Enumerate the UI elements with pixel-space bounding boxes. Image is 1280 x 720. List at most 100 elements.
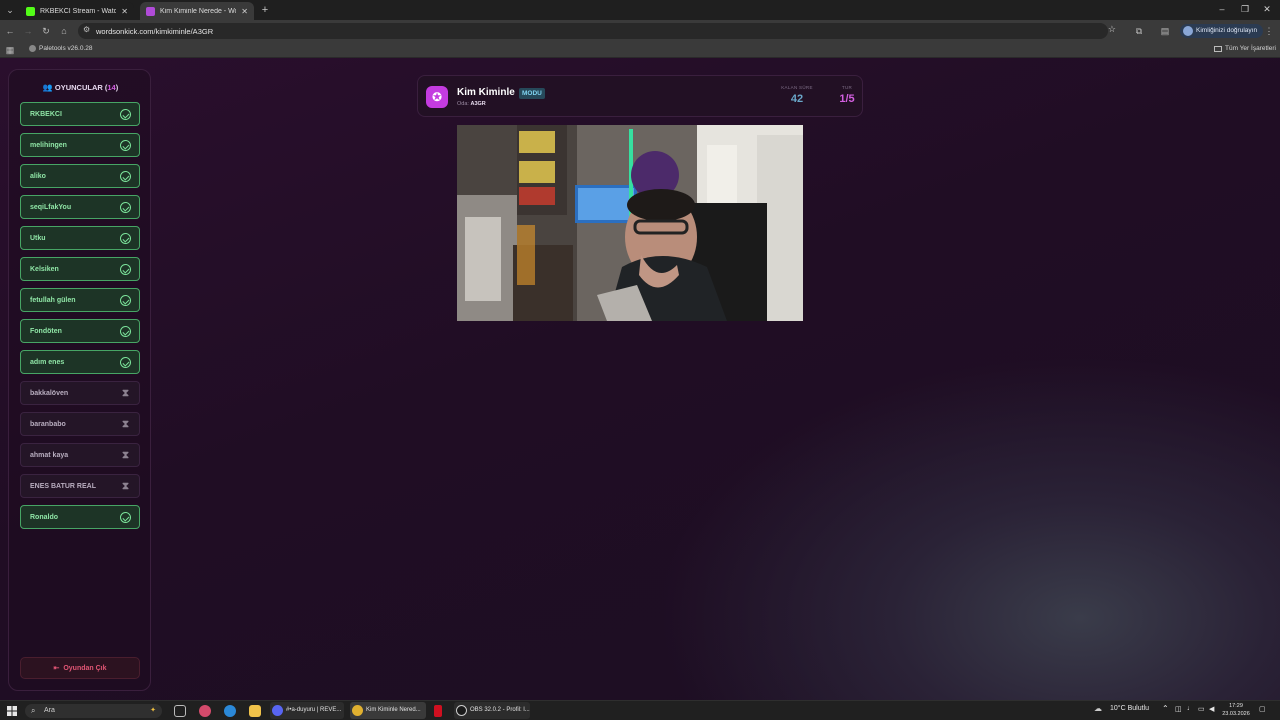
restore-icon[interactable]: ❐ (1238, 4, 1252, 15)
tray-network-icon[interactable]: ◫ (1175, 705, 1182, 713)
player-row: Ronaldo (20, 505, 140, 529)
tray-mic-icon[interactable]: ♩ (1187, 705, 1194, 712)
all-bookmarks[interactable]: Tüm Yer İşaretleri (1214, 45, 1276, 52)
taskbar-app-label: #•a-duyuru | REVE... (286, 707, 342, 713)
taskbar-app-chrome[interactable]: Kim Kiminle Nered... (350, 702, 426, 719)
players-heading: 👥 OYUNCULAR (14) (9, 83, 152, 92)
players-count: 14 (107, 83, 116, 92)
browser-tab-bar: ⌄ RKBEKCI Stream - Watch Live o ✕ Kim Ki… (0, 0, 1280, 20)
streamer-webcam-video (457, 125, 803, 321)
apps-grid-icon[interactable]: ▦ (4, 44, 16, 56)
player-row: fetullah gülen (20, 288, 140, 312)
taskbar-search[interactable]: ⌕ Ara ✦ (25, 704, 162, 718)
ready-check-icon (120, 171, 131, 182)
bookmark-paletools[interactable]: Paletools v26.0.28 (29, 45, 92, 52)
windows-start-icon[interactable] (7, 706, 17, 716)
ready-check-icon (120, 140, 131, 151)
search-highlight-icon: ✦ (150, 707, 156, 714)
browser-toolbar: ← → ↻ ⌂ ⚙ wordsonkick.com/kimkiminle/A3G… (0, 20, 1280, 42)
windows-taskbar: ⌕ Ara ✦ #•a-duyuru | REVE... Kim Kiminle… (0, 700, 1280, 720)
player-name: fetullah gülen (30, 297, 76, 304)
taskbar-app-label: Kim Kiminle Nered... (366, 707, 421, 713)
ready-check-icon (120, 295, 131, 306)
site-info-icon[interactable]: ⚙ (83, 25, 90, 34)
task-view-icon[interactable] (174, 705, 186, 717)
taskbar-app-label: OBS 32.0.2 - Profil: l... (470, 707, 530, 713)
paletools-favicon-icon (29, 45, 36, 52)
close-tab-icon[interactable]: ✕ (241, 7, 248, 16)
words-favicon-icon (146, 6, 155, 16)
taskbar-app-obs[interactable]: OBS 32.0.2 - Profil: l... (454, 702, 530, 719)
address-bar[interactable]: ⚙ wordsonkick.com/kimkiminle/A3GR ☆ (78, 23, 1116, 39)
avatar (1183, 26, 1193, 36)
forward-icon[interactable]: → (22, 25, 34, 37)
tab-search-icon[interactable]: ⌄ (3, 3, 17, 17)
player-row: ahmat kaya ⧗ (20, 443, 140, 467)
notification-icon[interactable]: ▢ (1259, 705, 1266, 713)
leave-game-button[interactable]: ⇤ Oyundan Çık (20, 657, 140, 679)
hourglass-icon: ⧗ (121, 481, 130, 492)
round-value: 1/5 (839, 93, 855, 105)
room-label: Oda: (457, 101, 469, 107)
profile-button[interactable]: Kimliğinizi doğrulayın (1180, 24, 1264, 38)
player-name: ENES BATUR REAL (30, 483, 96, 490)
hourglass-icon: ⧗ (121, 419, 130, 430)
round-counter: TUR 1/5 (830, 85, 864, 105)
app-icon[interactable] (434, 705, 442, 717)
player-row: RKBEKCI (20, 102, 140, 126)
tray-volume-icon[interactable]: ◀ (1209, 705, 1214, 713)
back-icon[interactable]: ← (4, 25, 16, 37)
tray-display-icon[interactable]: ▭ (1198, 705, 1205, 713)
taskbar-search-placeholder: Ara (44, 707, 55, 714)
players-sidebar: 👥 OYUNCULAR (14) RKBEKCI melihingen aliko s… (8, 69, 151, 691)
bookmark-star-icon[interactable]: ☆ (1108, 24, 1116, 35)
player-row: Fondöten (20, 319, 140, 343)
taskbar-app-discord[interactable]: #•a-duyuru | REVE... (270, 702, 344, 719)
chrome-icon (352, 705, 363, 716)
home-icon[interactable]: ⌂ (58, 25, 70, 37)
player-row: Utku (20, 226, 140, 250)
player-name: baranbabo (30, 421, 66, 428)
tray-chevron-icon[interactable]: ⌃ (1162, 704, 1169, 713)
bookmark-label: Paletools v26.0.28 (39, 45, 93, 52)
ready-check-icon (120, 233, 131, 244)
player-row: aliko (20, 164, 140, 188)
file-explorer-icon[interactable] (249, 705, 261, 717)
ready-check-icon (120, 326, 131, 337)
leave-game-label: Oyundan Çık (63, 665, 107, 672)
game-header-card: ✪ Kim Kiminle MODU Oda: A3GR KALAN SÜRE … (417, 75, 863, 117)
webcam-scene (457, 125, 803, 321)
player-name: Fondöten (30, 328, 62, 335)
window-close-icon[interactable]: ✕ (1260, 4, 1274, 15)
reload-icon[interactable]: ↻ (40, 25, 52, 37)
discord-icon (272, 705, 283, 716)
edge-icon[interactable] (224, 705, 236, 717)
app-icon[interactable] (199, 705, 211, 717)
new-tab-icon[interactable]: + (258, 3, 272, 17)
all-bookmarks-label: Tüm Yer İşaretleri (1225, 45, 1276, 52)
player-name: aliko (30, 173, 46, 180)
clock[interactable]: 17:29 23.03.2026 (1222, 702, 1250, 718)
close-tab-icon[interactable]: ✕ (121, 7, 128, 16)
ready-check-icon (120, 512, 131, 523)
game-title: Kim Kiminle (457, 87, 515, 98)
page-content: 👥 OYUNCULAR (14) RKBEKCI melihingen aliko s… (0, 58, 1280, 700)
round-label: TUR (841, 85, 853, 90)
player-name: melihingen (30, 142, 67, 149)
bookmarks-bar: ▦ Paletools v26.0.28 Tüm Yer İşaretleri (0, 42, 1280, 58)
logout-icon: ⇤ (53, 665, 60, 672)
clock-time: 17:29 (1229, 703, 1243, 709)
menu-icon[interactable]: ⋮ (1263, 25, 1275, 37)
player-name: seqiLfakYou (30, 204, 72, 211)
weather-text[interactable]: 10°C Bulutlu (1110, 705, 1149, 712)
minimize-icon[interactable]: – (1215, 4, 1229, 14)
extensions-icon[interactable]: ⧉ (1133, 25, 1145, 37)
tab-rkbekci[interactable]: RKBEKCI Stream - Watch Live o ✕ (20, 2, 134, 20)
media-icon[interactable]: ▤ (1159, 25, 1171, 37)
tab-kim-kiminle[interactable]: Kim Kiminle Nerede - Words O ✕ (140, 2, 254, 20)
players-title: OYUNCULAR (54, 83, 103, 92)
player-row: Kelsiken (20, 257, 140, 281)
clock-date: 23.03.2026 (1222, 711, 1250, 717)
tab-title: RKBEKCI Stream - Watch Live o (40, 7, 117, 15)
player-row: baranbabo ⧗ (20, 412, 140, 436)
